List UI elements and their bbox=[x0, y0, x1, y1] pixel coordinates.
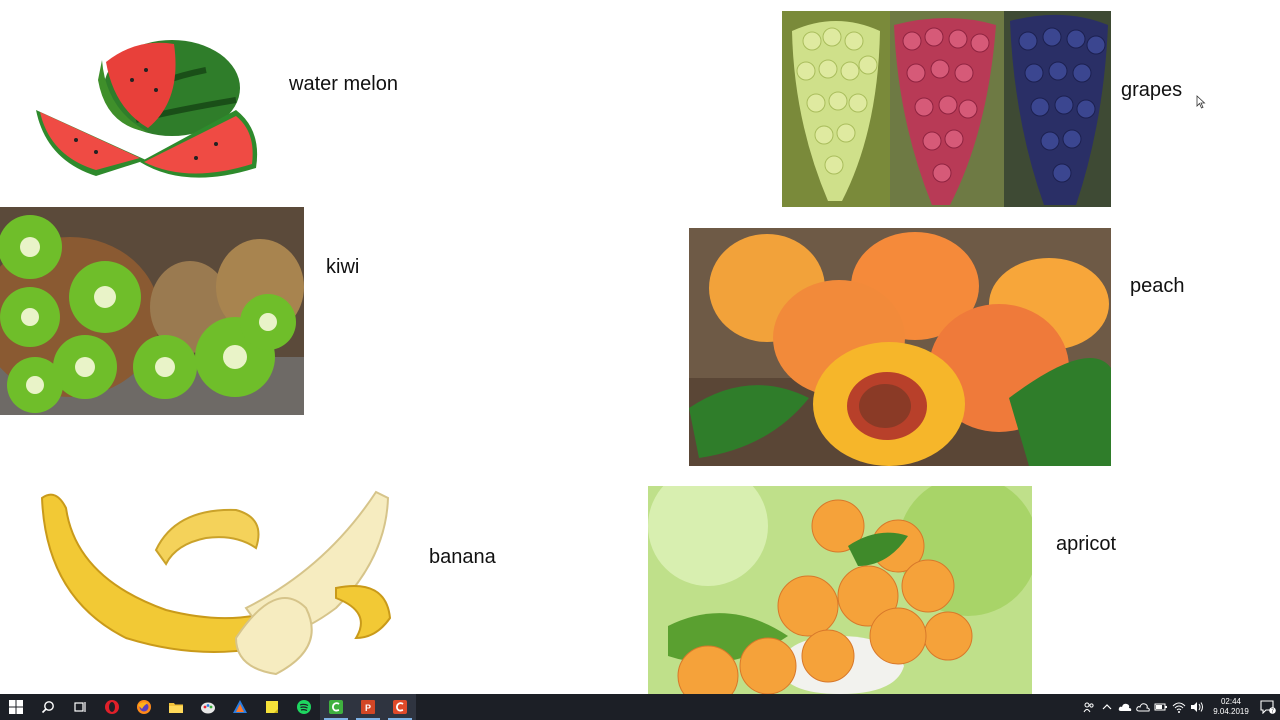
spotify-icon[interactable] bbox=[288, 694, 320, 720]
search-icon[interactable] bbox=[32, 694, 64, 720]
clock-date: 9.04.2019 bbox=[1213, 707, 1249, 716]
watermelon-image bbox=[36, 40, 262, 186]
fruit-label-grapes: grapes bbox=[1121, 79, 1183, 101]
firefox-icon[interactable] bbox=[128, 694, 160, 720]
notification-count: 7 bbox=[1271, 709, 1274, 714]
chevron-up-icon[interactable] bbox=[1099, 694, 1115, 720]
svg-text:P: P bbox=[365, 703, 371, 713]
windows-taskbar: P 02:44 9.04.2019 7 bbox=[0, 694, 1280, 720]
apricot-image bbox=[648, 486, 1032, 694]
paint-icon[interactable] bbox=[192, 694, 224, 720]
camtasia-icon[interactable] bbox=[320, 694, 352, 720]
battery-icon[interactable] bbox=[1153, 694, 1169, 720]
opera-icon[interactable] bbox=[96, 694, 128, 720]
fruit-label-watermelon: water melon bbox=[289, 73, 398, 95]
volume-icon[interactable] bbox=[1189, 694, 1205, 720]
grapes-image bbox=[782, 11, 1111, 207]
system-tray: 02:44 9.04.2019 7 bbox=[1080, 694, 1280, 720]
fruit-label-banana: banana bbox=[429, 546, 496, 568]
windows-start-icon[interactable] bbox=[0, 694, 32, 720]
onedrive-icon[interactable] bbox=[1117, 694, 1133, 720]
presentation-slide: water melon kiwi banana grapes peach apr… bbox=[0, 0, 1280, 694]
camtasia-recorder-icon[interactable] bbox=[384, 694, 416, 720]
fruit-label-apricot: apricot bbox=[1056, 533, 1117, 555]
action-center-icon[interactable]: 7 bbox=[1256, 694, 1280, 720]
fruit-label-peach: peach bbox=[1130, 275, 1185, 297]
sticky-notes-icon[interactable] bbox=[256, 694, 288, 720]
banana-image bbox=[36, 488, 394, 678]
taskbar-clock[interactable]: 02:44 9.04.2019 bbox=[1210, 697, 1252, 717]
cloud-icon[interactable] bbox=[1135, 694, 1151, 720]
file-explorer-icon[interactable] bbox=[160, 694, 192, 720]
wifi-icon[interactable] bbox=[1171, 694, 1187, 720]
clock-time: 02:44 bbox=[1220, 697, 1242, 706]
powerpoint-icon[interactable]: P bbox=[352, 694, 384, 720]
mouse-cursor-icon bbox=[1196, 95, 1206, 109]
peach-image bbox=[689, 228, 1111, 466]
task-view-icon[interactable] bbox=[64, 694, 96, 720]
fruit-label-kiwi: kiwi bbox=[326, 256, 360, 278]
app-icon[interactable] bbox=[224, 694, 256, 720]
kiwi-image bbox=[0, 207, 304, 415]
people-icon[interactable] bbox=[1081, 694, 1097, 720]
